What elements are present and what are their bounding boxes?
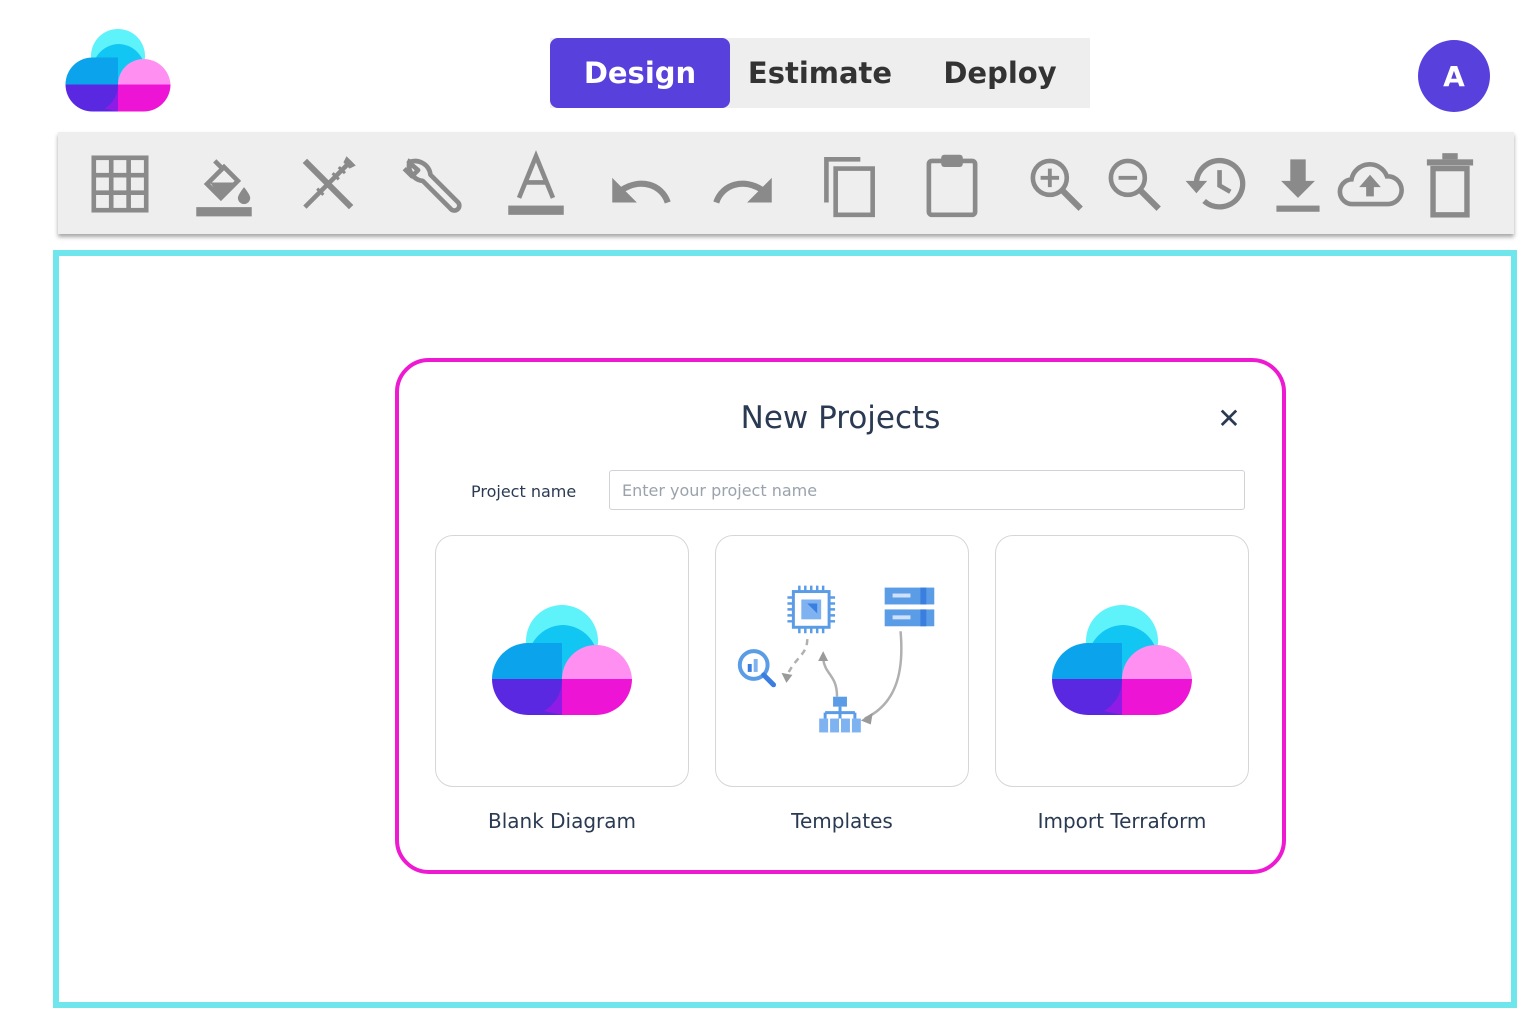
project-name-input[interactable] [609,470,1245,510]
fill-color-icon[interactable] [182,142,266,226]
wrench-icon[interactable] [390,142,474,226]
paste-icon[interactable] [910,142,994,226]
history-icon[interactable] [1176,142,1260,226]
dialog-title: New Projects [740,400,941,436]
cloud-upload-icon[interactable] [1328,142,1412,226]
cloud-logo-icon [1052,601,1192,721]
blank-diagram-card[interactable] [435,535,689,787]
project-name-label: Project name [471,482,577,501]
copy-icon[interactable] [806,142,890,226]
user-avatar[interactable]: A [1418,40,1490,112]
blank-diagram-label: Blank Diagram [487,809,637,833]
tools-icon[interactable] [286,142,370,226]
undo-icon[interactable] [598,142,682,226]
templates-label: Templates [791,809,893,833]
tab-deploy[interactable]: Deploy [910,38,1090,108]
mode-tabs: Design Estimate Deploy [550,38,1090,108]
zoom-in-icon[interactable] [1014,142,1098,226]
new-project-dialog: New Projects ✕ Project name Enter your p… [395,358,1286,874]
tab-estimate[interactable]: Estimate [730,38,910,108]
text-color-icon[interactable] [494,142,578,226]
tab-design[interactable]: Design [550,38,730,108]
redo-icon[interactable] [702,142,786,226]
templates-card[interactable] [715,535,969,787]
app-logo[interactable] [64,26,172,116]
zoom-out-icon[interactable] [1092,142,1176,226]
import-terraform-label: Import Terraform [1037,809,1207,833]
cloud-logo-icon [492,601,632,721]
close-icon[interactable]: ✕ [1211,400,1247,436]
architecture-template-icon [737,585,935,733]
import-terraform-card[interactable] [995,535,1249,787]
toolbar [58,132,1514,234]
grid-icon[interactable] [78,142,162,226]
delete-icon[interactable] [1408,142,1492,226]
